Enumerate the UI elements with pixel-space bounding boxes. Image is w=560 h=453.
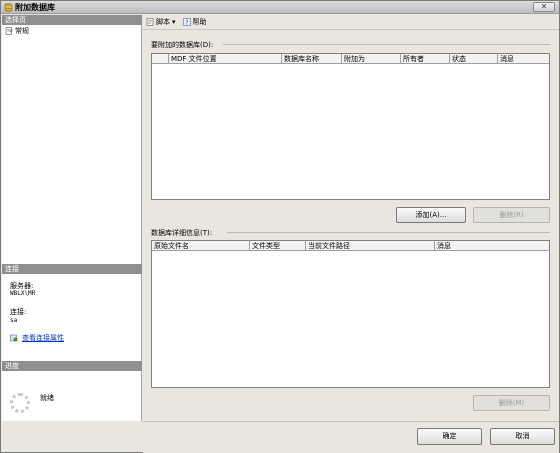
column-header-database-name[interactable]: 数据库名称 [282,54,342,64]
view-connection-link-label: 查看连接属性 [22,334,64,342]
attach-databases-grid[interactable]: MDF 文件位置 数据库名称 附加为 所有者 状态 消息 [151,53,550,200]
view-connection-properties-link[interactable]: 查看连接属性 [10,333,64,343]
progress-header: 进度 [2,361,142,371]
script-label: 脚本 [156,17,170,26]
column-header-mdf-location[interactable]: MDF 文件位置 [169,54,282,64]
database-details-grid[interactable]: 原始文件名 文件类型 当前文件路径 消息 [151,240,550,388]
add-button[interactable]: 添加(A)... [396,207,466,223]
page-icon [5,27,13,35]
left-pane: 选择页 常规 连接 服务器: WBLX\MR 连接: sa 查看连接属性 进度 … [2,15,142,421]
toolbar: 脚本 ▾ ? 帮助 [144,15,209,28]
properties-icon [10,334,18,342]
connection-value: sa [10,317,18,324]
script-icon [146,17,154,26]
column-header-status[interactable]: 状态 [450,54,498,64]
progress-status: 就绪 [40,394,54,402]
details-grid-header: 原始文件名 文件类型 当前文件路径 消息 [152,241,549,251]
nav-item-label: 常规 [15,27,29,35]
select-page-header: 选择页 [2,15,142,25]
close-button[interactable]: ✕ [533,2,555,12]
column-header-select[interactable] [152,54,169,64]
remove-database-button[interactable]: 删除(R) [473,207,550,223]
remove-detail-button[interactable]: 删除(M) [473,395,550,411]
database-icon [4,3,13,12]
column-header-message[interactable]: 消息 [498,54,549,64]
chevron-down-icon: ▾ [172,17,176,26]
connection-label: 连接: [10,308,27,316]
progress-spinner-icon [10,393,30,413]
database-details-label: 数据库详细信息(T): [151,229,213,237]
toolbar-divider [143,29,559,30]
attach-grid-header: MDF 文件位置 数据库名称 附加为 所有者 状态 消息 [152,54,549,64]
column-header-file-type[interactable]: 文件类型 [250,241,306,251]
help-icon: ? [182,17,191,26]
attach-section-rule [223,44,550,45]
title-bar: 附加数据库 ✕ [1,1,559,14]
svg-text:?: ? [185,19,188,26]
column-header-details-message[interactable]: 消息 [435,241,549,251]
attach-database-window: 附加数据库 ✕ 选择页 常规 连接 服务器: WBLX\MR 连接: sa 查看 [0,0,560,453]
close-icon: ✕ [540,2,548,11]
column-header-attach-as[interactable]: 附加为 [342,54,401,64]
window-title: 附加数据库 [15,3,55,12]
help-button[interactable]: ? 帮助 [181,16,209,28]
script-button[interactable]: 脚本 ▾ [144,16,178,28]
help-label: 帮助 [192,17,207,26]
attach-databases-label: 要附加的数据库(D): [151,41,214,49]
details-section-rule [227,232,550,233]
column-header-owner[interactable]: 所有者 [401,54,450,64]
cancel-button[interactable]: 取消 [490,428,555,445]
column-header-current-file-path[interactable]: 当前文件路径 [306,241,435,251]
server-value: WBLX\MR [10,290,36,297]
ok-button[interactable]: 确定 [417,428,482,445]
nav-item-general[interactable]: 常规 [5,26,29,36]
column-header-original-file-name[interactable]: 原始文件名 [152,241,250,251]
connection-header: 连接 [2,264,142,274]
dialog-footer: 确定 取消 [143,421,559,453]
